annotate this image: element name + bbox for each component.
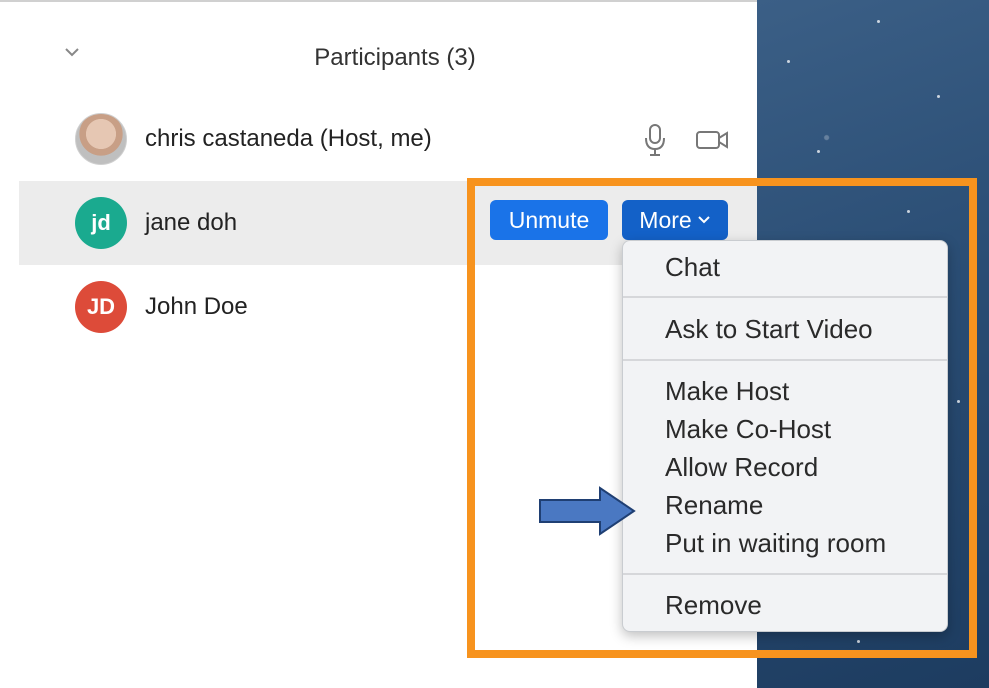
more-button-label: More — [639, 206, 692, 233]
participant-name: jane doh — [145, 209, 238, 236]
avatar: jd — [75, 197, 127, 249]
menu-divider — [623, 359, 947, 361]
menu-item-put-in-waiting-room[interactable]: Put in waiting room — [665, 528, 886, 559]
menu-item-rename[interactable]: Rename — [665, 490, 763, 521]
menu-divider — [623, 296, 947, 298]
menu-divider — [623, 573, 947, 575]
participant-name: chris castaneda (Host, me) — [145, 125, 432, 152]
participant-row-host[interactable]: chris castaneda (Host, me) — [19, 97, 757, 181]
menu-item-make-co-host[interactable]: Make Co-Host — [665, 414, 831, 445]
participants-header: Participants (3) — [0, 32, 757, 82]
video-camera-icon[interactable] — [695, 129, 729, 151]
microphone-icon[interactable] — [643, 123, 667, 157]
annotation-arrow-icon — [539, 486, 636, 536]
menu-item-allow-record[interactable]: Allow Record — [665, 452, 818, 483]
more-button[interactable]: More — [622, 200, 728, 240]
unmute-button[interactable]: Unmute — [490, 200, 608, 240]
panel-title: Participants (3) — [314, 44, 476, 71]
menu-item-chat[interactable]: Chat — [665, 252, 720, 283]
avatar: JD — [75, 281, 127, 333]
menu-item-ask-to-start-video[interactable]: Ask to Start Video — [665, 314, 873, 345]
chevron-down-icon — [697, 216, 710, 224]
avatar — [75, 113, 127, 165]
more-dropdown-menu: Chat Ask to Start Video Make Host Make C… — [622, 240, 948, 632]
menu-item-remove[interactable]: Remove — [665, 590, 762, 621]
participant-name: John Doe — [145, 293, 248, 320]
menu-item-make-host[interactable]: Make Host — [665, 376, 789, 407]
